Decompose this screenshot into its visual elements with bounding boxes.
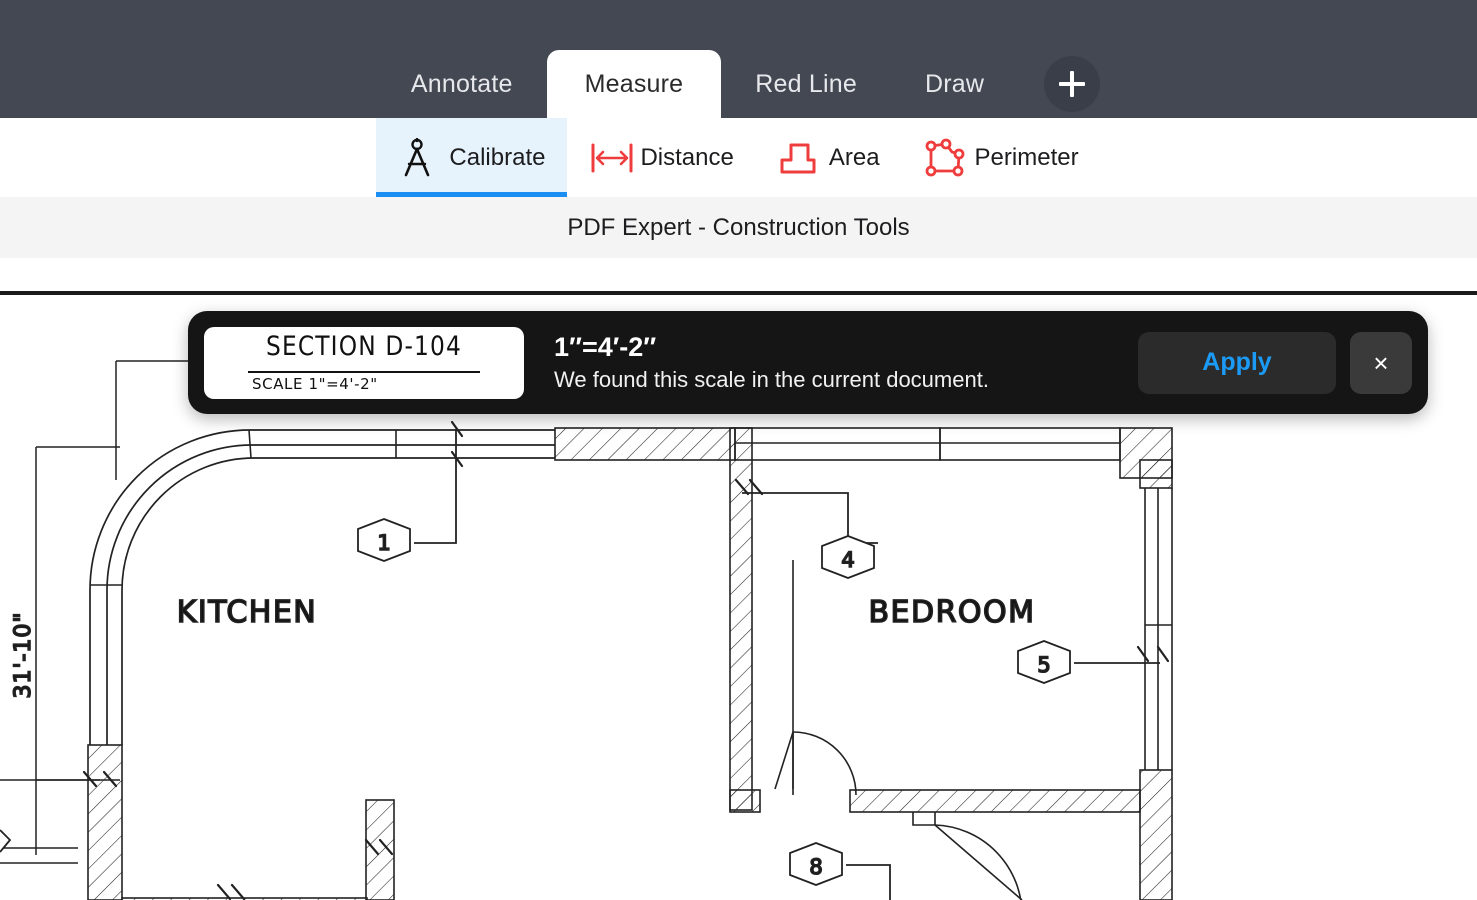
tab-measure[interactable]: Measure [546, 50, 722, 118]
header-bar: Annotate Measure Red Line Draw [0, 0, 1477, 118]
tab-annotate[interactable]: Annotate [377, 50, 547, 118]
compass-icon [398, 137, 436, 178]
scale-description: We found this scale in the current docum… [554, 366, 989, 392]
tab-red-line[interactable]: Red Line [721, 50, 891, 118]
area-icon [778, 138, 816, 178]
tool-distance[interactable]: Distance [567, 118, 755, 197]
close-banner-button[interactable]: × [1350, 331, 1412, 394]
bedroom-walls [729, 427, 1173, 900]
scale-thumbnail-title: SECTION D-104 [266, 330, 462, 362]
add-tab-button[interactable] [1044, 56, 1101, 112]
scale-value: 1″=4′-2″ [554, 331, 657, 362]
room-label-bedroom: BEDROOM [868, 595, 1035, 630]
scale-banner-text: 1″=4′-2″ We found this scale in the curr… [524, 332, 1138, 393]
svg-text:5: 5 [1037, 653, 1050, 677]
measure-toolbar: Calibrate Distance Area Perimeter [0, 118, 1477, 197]
callout-4: 4 [821, 535, 875, 579]
plus-icon [1059, 71, 1086, 97]
scale-thumbnail-rule [248, 370, 480, 373]
dimension-ticks [82, 420, 1170, 900]
svg-text:4: 4 [841, 548, 854, 572]
svg-text:8: 8 [809, 855, 822, 879]
dimension-label-vertical: 31'-10" [11, 611, 36, 698]
tool-calibrate-label: Calibrate [449, 143, 546, 171]
tab-draw[interactable]: Draw [891, 50, 1018, 118]
tool-area-label: Area [828, 143, 880, 171]
callout-1: 1 [357, 518, 411, 562]
scale-thumbnail-subtitle: SCALE 1"=4'-2" [252, 374, 378, 393]
svg-text:1: 1 [377, 531, 390, 555]
curved-wall [89, 429, 555, 745]
tool-perimeter-label: Perimeter [974, 143, 1079, 171]
callout-5: 5 [1017, 640, 1071, 684]
close-icon: × [1373, 347, 1389, 378]
scale-thumbnail: SECTION D-104 SCALE 1"=4'-2" [204, 326, 524, 399]
callout-8: 8 [789, 842, 843, 886]
tab-bar: Annotate Measure Red Line Draw [0, 0, 1477, 118]
tool-calibrate[interactable]: Calibrate [376, 118, 568, 197]
scale-detection-banner: SECTION D-104 SCALE 1"=4'-2" 1″=4′-2″ We… [188, 311, 1428, 414]
room-label-kitchen: KITCHEN [177, 595, 318, 630]
tool-distance-label: Distance [640, 143, 734, 171]
door-swings [792, 560, 794, 795]
document-title-bar: PDF Expert - Construction Tools [0, 197, 1477, 258]
distance-icon [589, 138, 633, 178]
document-title: PDF Expert - Construction Tools [567, 213, 910, 241]
app-window: Annotate Measure Red Line Draw Calibrate… [0, 0, 1477, 900]
tool-perimeter[interactable]: Perimeter [902, 118, 1101, 197]
perimeter-icon [924, 138, 964, 178]
apply-scale-button[interactable]: Apply [1138, 331, 1336, 394]
top-wall [395, 427, 1173, 479]
canvas-top-spacer [0, 258, 1477, 291]
kitchen-walls [87, 744, 395, 900]
hall-door-swing [934, 824, 1023, 900]
tool-area[interactable]: Area [756, 118, 902, 197]
callout-hexagons: 1 4 5 8 [0, 518, 1071, 886]
